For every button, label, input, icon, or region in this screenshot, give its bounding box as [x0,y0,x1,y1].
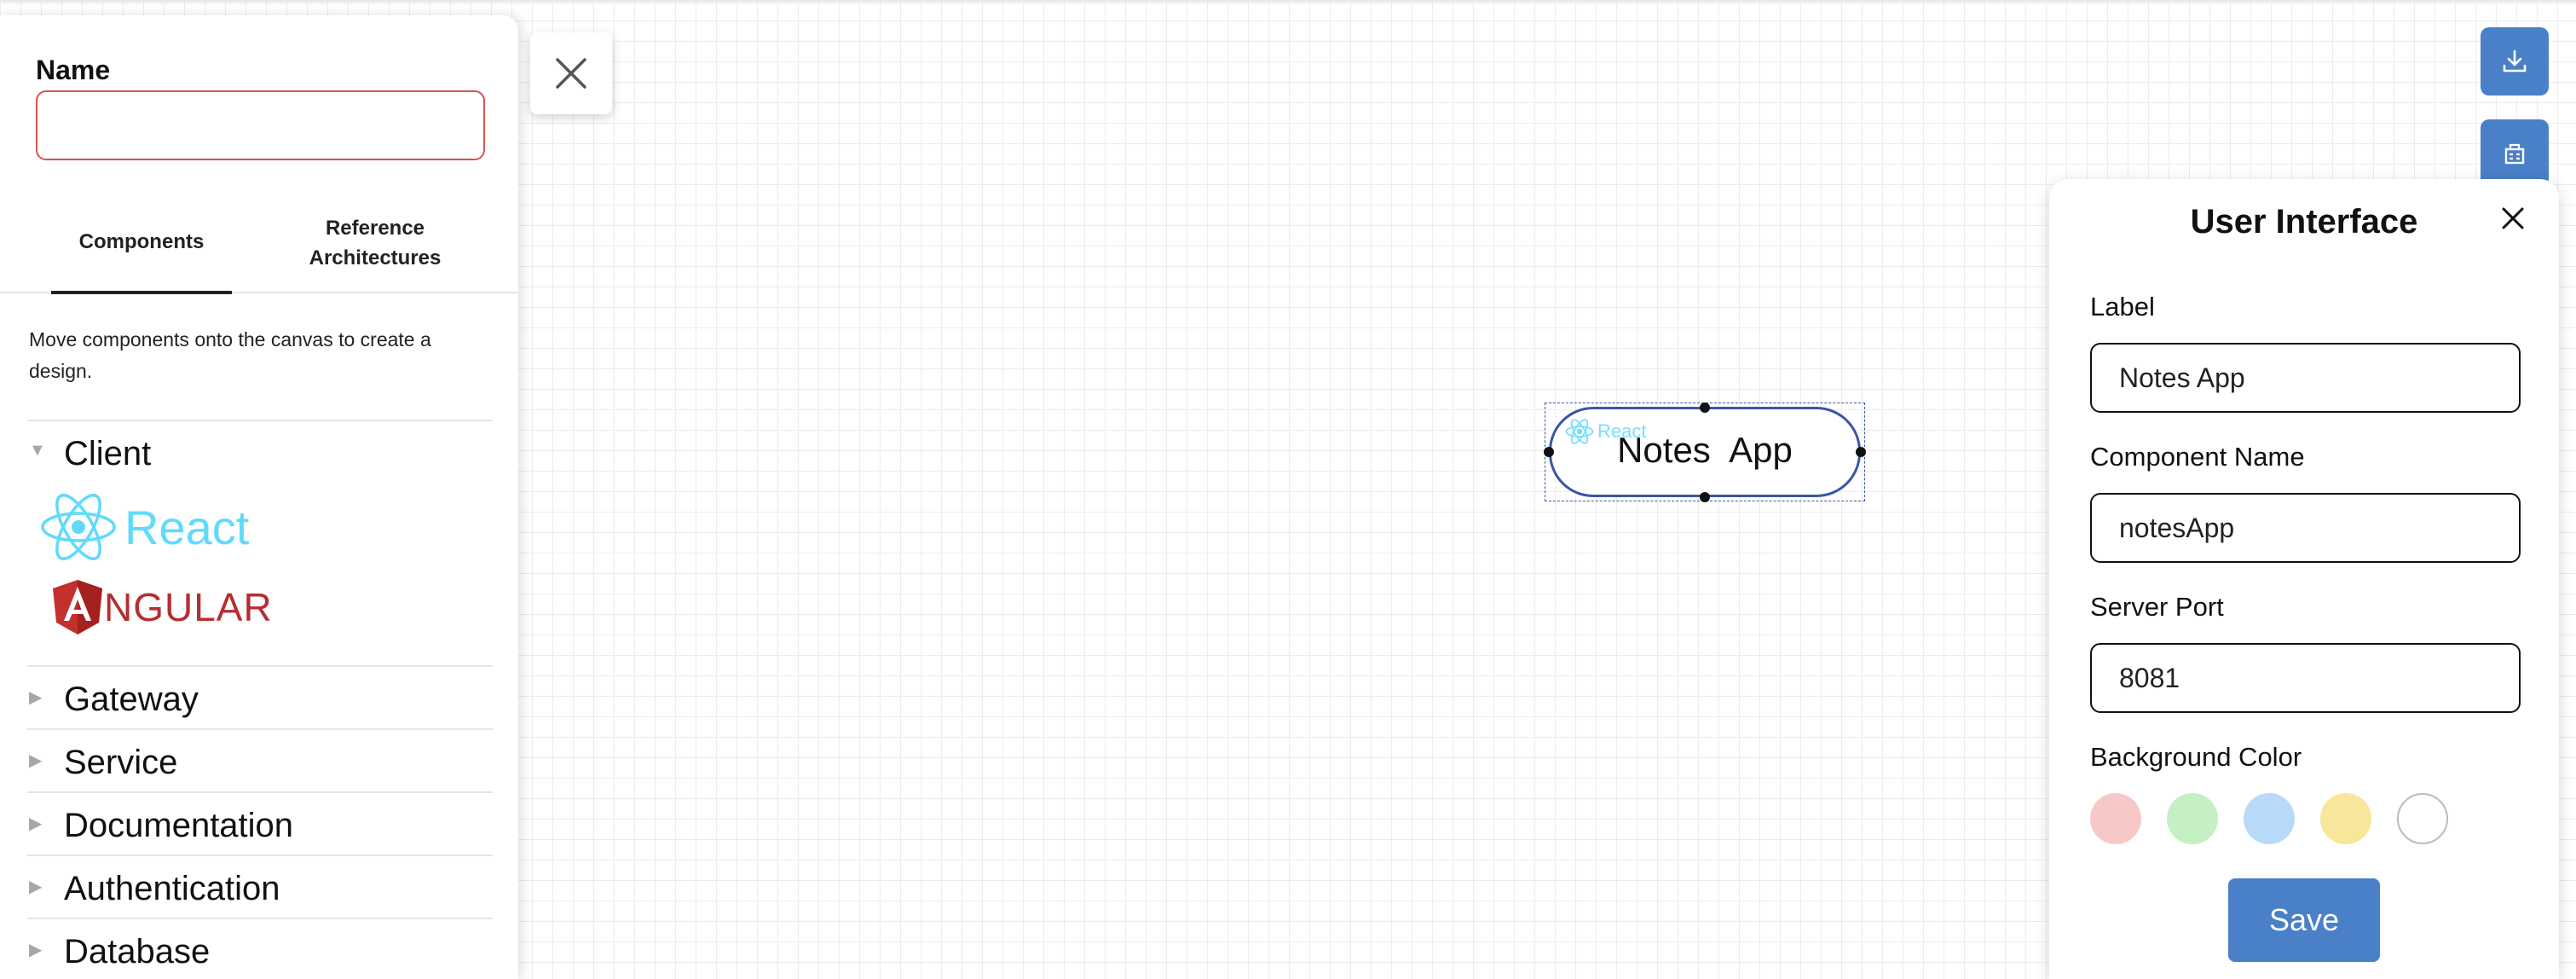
component-name-label: Component Name [2090,442,2305,472]
tree-item-gateway[interactable]: ▶ Gateway [27,665,493,728]
save-button[interactable]: Save [2228,878,2380,962]
sidebar-tabs: Components Reference Architectures [0,194,518,294]
name-label: Name [36,55,111,85]
download-icon [2503,49,2527,72]
caret-down-icon: ▼ [29,441,46,460]
name-input[interactable] [36,90,485,160]
close-properties-button[interactable] [2492,198,2533,239]
resize-handle-top[interactable] [1700,403,1710,413]
server-port-input[interactable] [2090,643,2521,713]
color-swatch-blue[interactable] [2244,793,2295,844]
tree-item-documentation[interactable]: ▶ Documentation [27,791,493,854]
tree-item-label: Documentation [64,807,294,844]
server-port-label: Server Port [2090,592,2224,622]
angular-component[interactable]: NGULAR [53,580,273,634]
node-label: Notes App [1617,430,1793,470]
properties-title: User Interface [2190,203,2418,240]
react-component[interactable]: React [39,491,249,563]
deploy-icon [2504,143,2525,165]
component-sidebar: Name Components Reference Architectures … [0,15,518,979]
properties-panel: User Interface Label Component Name Serv… [2049,179,2559,979]
tree-item-label: Client [64,435,152,472]
caret-right-icon: ▶ [29,688,43,707]
component-tree: ▼ Client React NGULAR ▶ Gateway ▶ Servic… [27,420,493,979]
tree-item-label: Service [64,744,178,781]
canvas-node-notes-app[interactable]: React Notes App [1549,407,1861,497]
angular-label: NGULAR [104,585,273,629]
resize-handle-left[interactable] [1544,447,1554,457]
tree-item-label: Gateway [64,681,199,718]
tab-reference-architectures[interactable]: Reference Architectures [256,194,494,293]
tree-item-label: Database [64,933,211,970]
top-shadow [0,0,2576,5]
background-color-label: Background Color [2090,742,2302,772]
close-icon [556,58,586,89]
resize-handle-bottom[interactable] [1700,492,1710,502]
tree-item-authentication[interactable]: ▶ Authentication [27,854,493,918]
caret-right-icon: ▶ [29,878,43,896]
close-icon [2502,207,2524,229]
caret-right-icon: ▶ [29,751,43,770]
tab-reference-label: Reference Architectures [309,217,442,269]
resize-handle-right[interactable] [1856,447,1866,457]
angular-icon [53,580,102,634]
tree-item-database[interactable]: ▶ Database [27,918,493,979]
download-button[interactable] [2481,27,2549,96]
react-icon [41,494,116,560]
deploy-button[interactable] [2481,119,2549,188]
color-swatch-yellow[interactable] [2320,793,2371,844]
color-swatch-white[interactable] [2397,793,2448,844]
tree-item-client[interactable]: ▼ Client React NGULAR [27,420,493,665]
label-field-label: Label [2090,292,2155,322]
close-sidebar-button[interactable] [530,32,612,114]
color-swatch-red[interactable] [2090,793,2141,844]
react-label: React [124,500,250,554]
tab-components[interactable]: Components [51,194,232,294]
color-swatch-green[interactable] [2167,793,2218,844]
caret-right-icon: ▶ [29,814,43,833]
tree-item-service[interactable]: ▶ Service [27,728,493,791]
sidebar-help-text: Move components onto the canvas to creat… [29,328,431,382]
component-name-input[interactable] [2090,493,2521,563]
tree-item-label: Authentication [64,870,280,907]
caret-right-icon: ▶ [29,941,43,959]
label-input[interactable] [2090,343,2521,413]
